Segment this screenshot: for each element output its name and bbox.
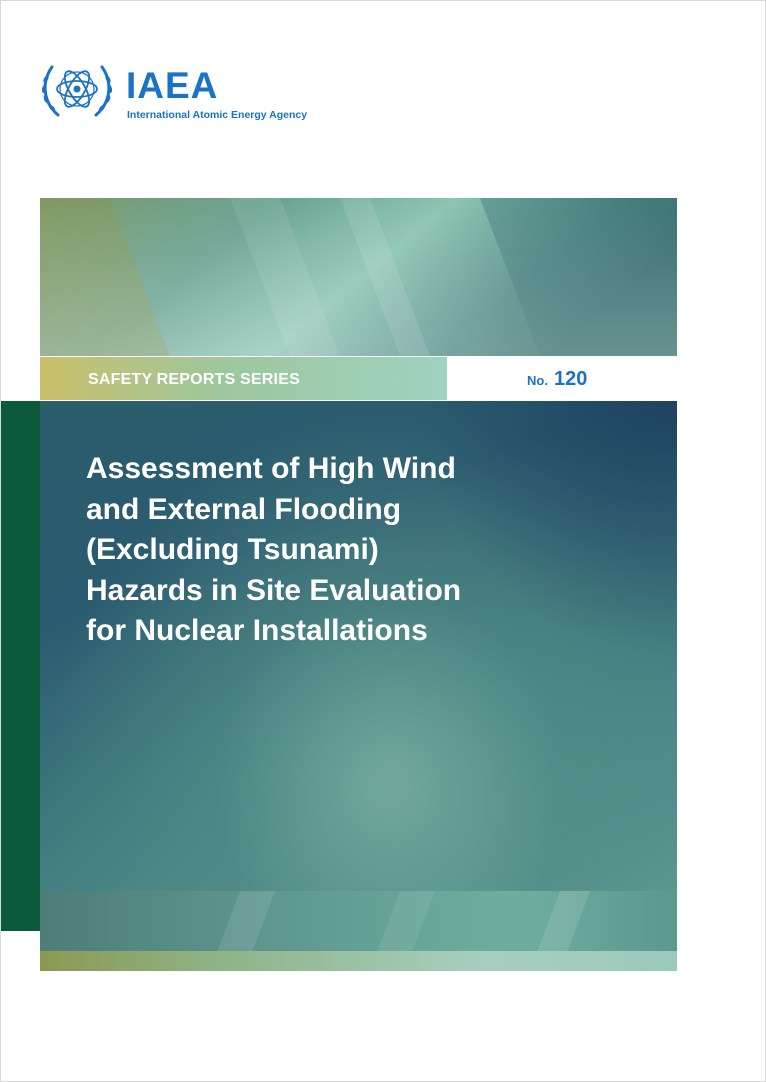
series-strip: SAFETY REPORTS SERIES No. 120	[40, 357, 677, 400]
series-number-value: 120	[553, 368, 588, 390]
title-line: Assessment of High Wind	[86, 452, 456, 485]
top-decorative-banner	[40, 198, 677, 356]
title-line: for Nuclear Installations	[86, 614, 428, 647]
logo-subtitle: International Atomic Energy Agency	[127, 109, 308, 121]
series-number-box: No. 120	[447, 357, 677, 400]
bottom-decorative-band	[40, 891, 677, 971]
iaea-atom-emblem-icon	[41, 65, 113, 117]
book-cover: IAEA International Atomic Energy Agency	[0, 0, 766, 1082]
series-band: SAFETY REPORTS SERIES	[40, 357, 447, 400]
book-title: Assessment of High Wind and External Flo…	[86, 449, 646, 652]
title-line: Hazards in Site Evaluation	[86, 573, 462, 607]
iaea-logo: IAEA International Atomic Energy Agency	[38, 57, 358, 127]
logo-wordmark: IAEA	[126, 65, 219, 106]
title-panel: Assessment of High Wind and External Flo…	[40, 401, 677, 891]
series-number-prefix: No.	[527, 373, 548, 388]
title-line: (Excluding Tsunami)	[86, 533, 379, 566]
title-line: and External Flooding	[86, 492, 402, 526]
series-label: SAFETY REPORTS SERIES	[88, 371, 300, 388]
left-accent-bar	[1, 401, 40, 931]
series-number: No. 120	[527, 368, 587, 391]
